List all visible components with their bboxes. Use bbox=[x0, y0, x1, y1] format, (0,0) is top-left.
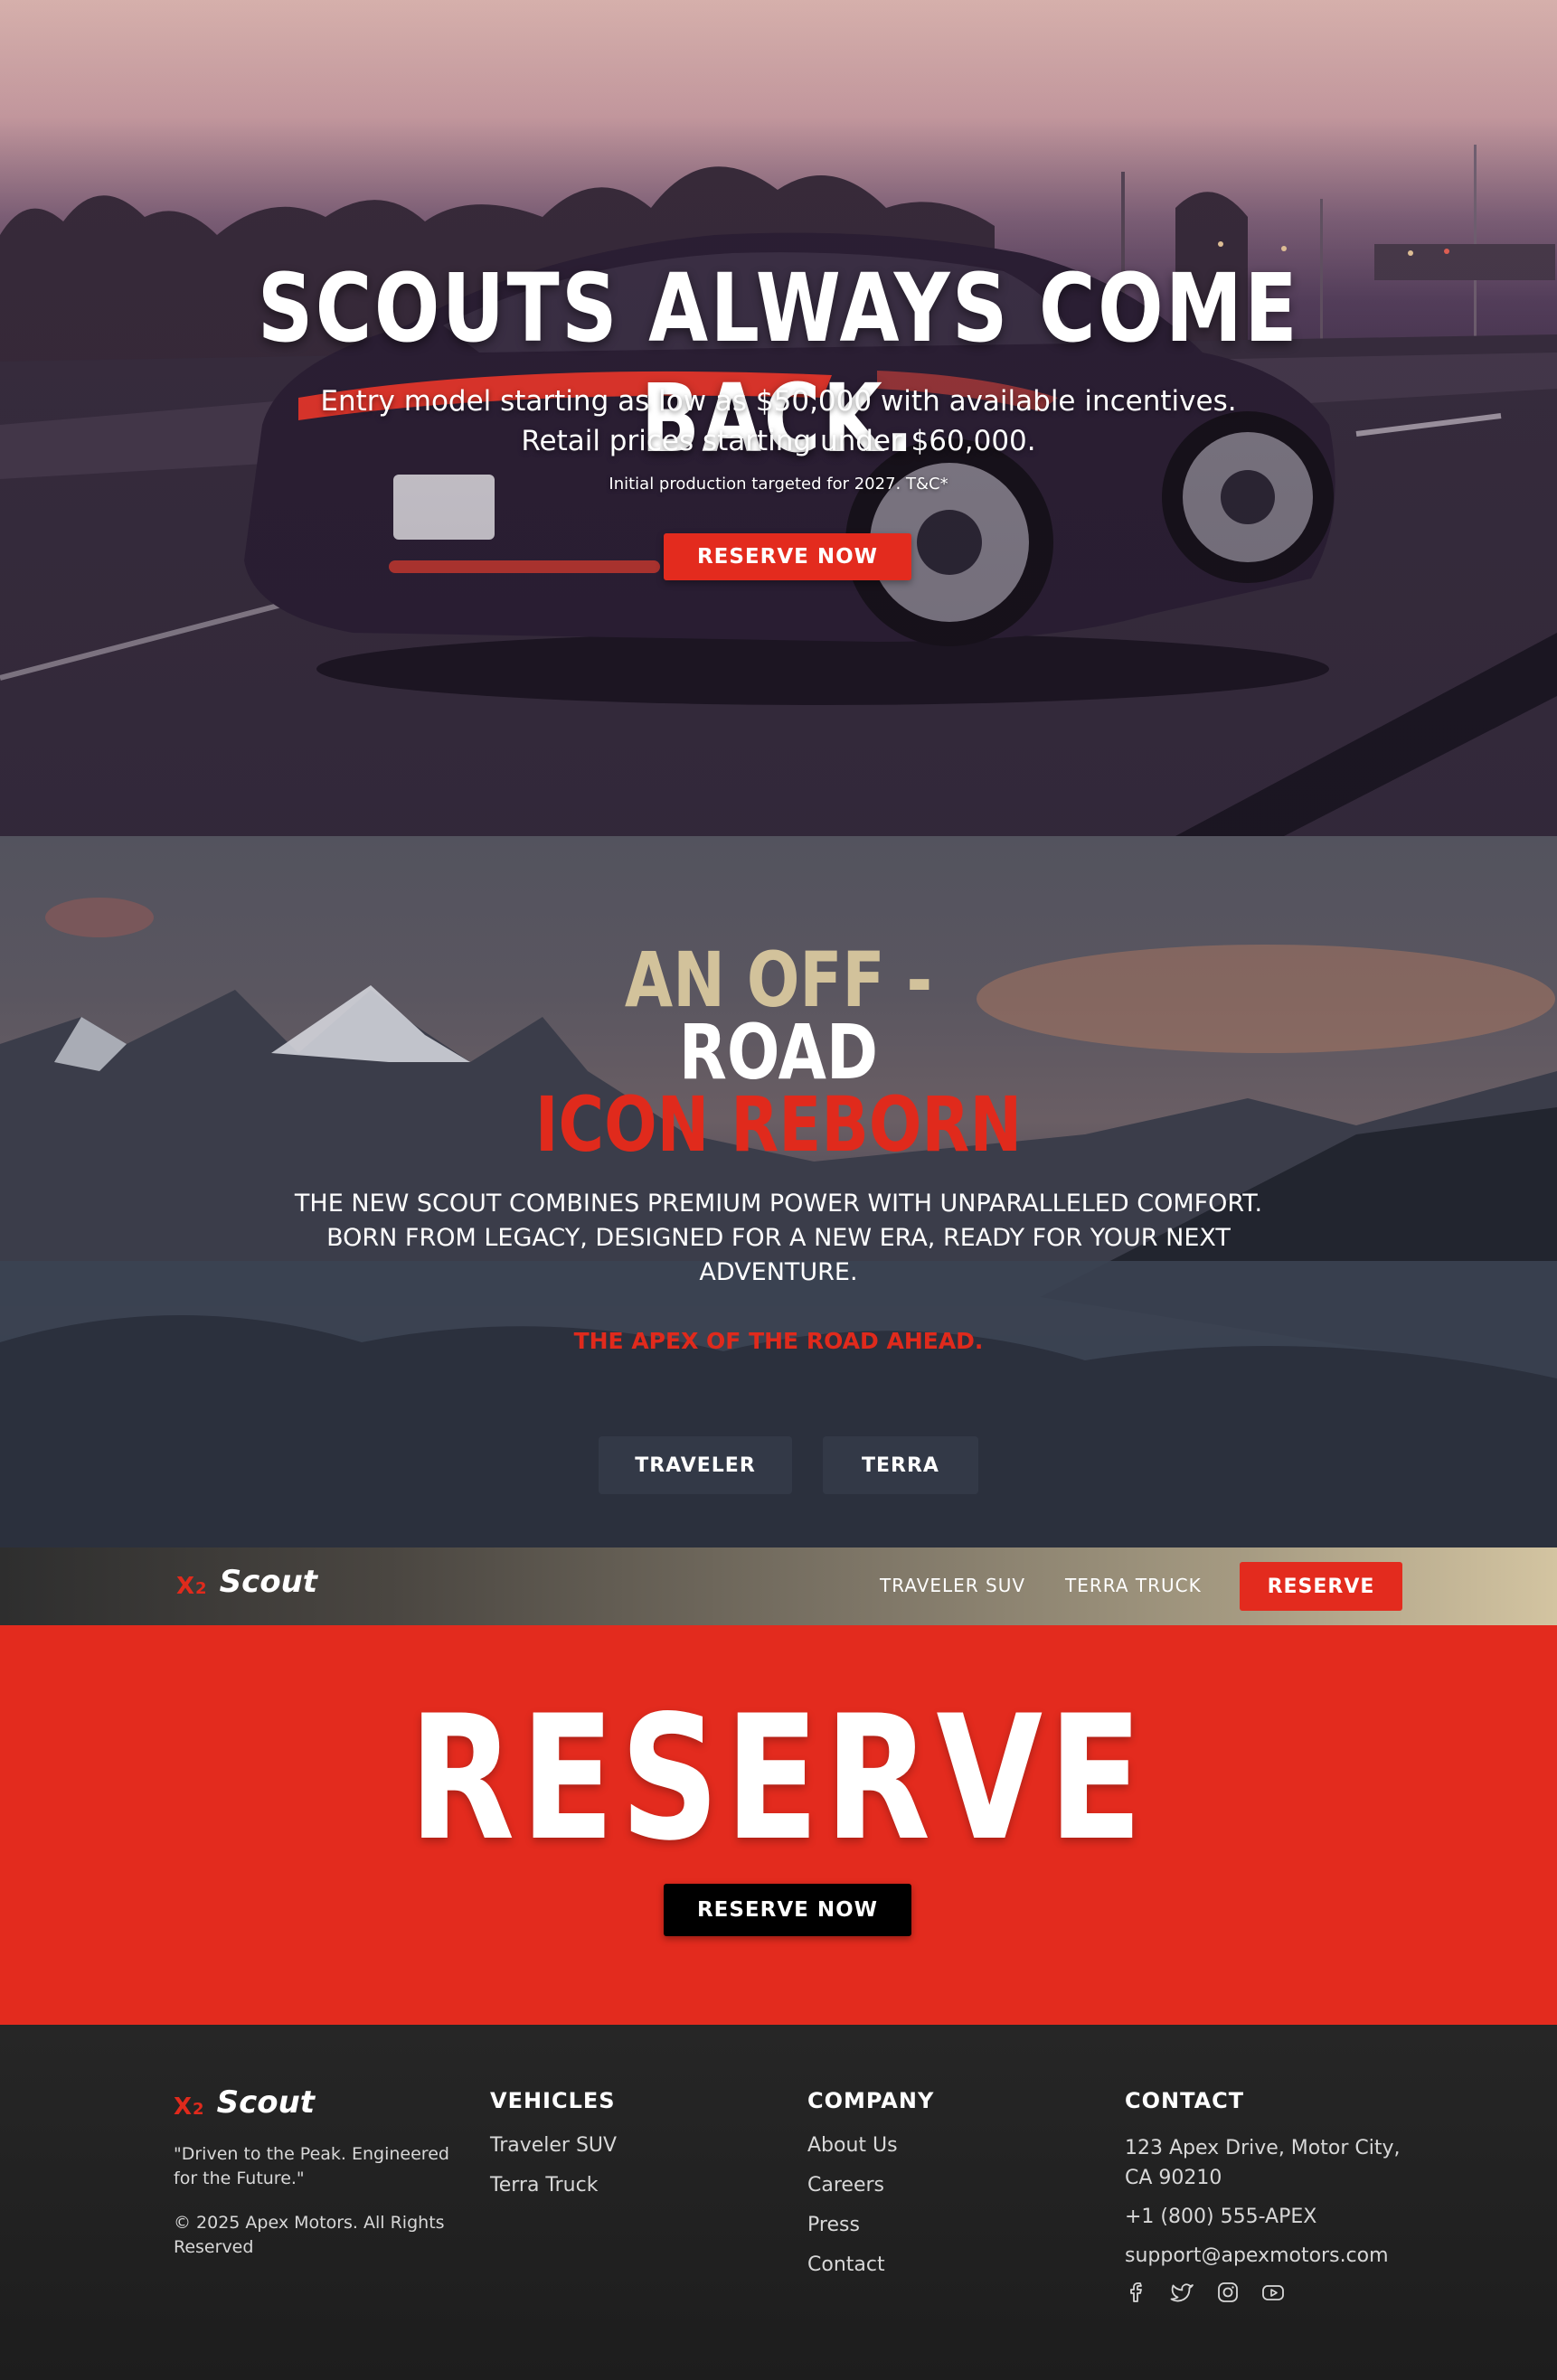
reserve-heading: RESERVE bbox=[409, 1679, 1148, 1878]
footer-address: 123 Apex Drive, Motor City, CA 90210 bbox=[1125, 2137, 1401, 2189]
footer-phone[interactable]: +1 (800) 555-APEX bbox=[1125, 2202, 1423, 2232]
facebook-icon[interactable] bbox=[1125, 2280, 1150, 2305]
footer-social-links bbox=[1125, 2280, 1423, 2305]
reserve-section: RESERVE RESERVE NOW bbox=[0, 1625, 1557, 2025]
footer-link-contact[interactable]: Contact bbox=[807, 2253, 1106, 2278]
nav-link-terra-truck[interactable]: TERRA TRUCK bbox=[1065, 1575, 1202, 1596]
footer-link-careers[interactable]: Careers bbox=[807, 2173, 1106, 2198]
footer-contact-heading: CONTACT bbox=[1125, 2088, 1245, 2113]
hero-note: Initial production targeted for 2027. T&… bbox=[609, 475, 948, 494]
hero-reserve-now-button[interactable]: RESERVE NOW bbox=[664, 533, 911, 580]
footer-link-about-us[interactable]: About Us bbox=[807, 2133, 1106, 2159]
twitter-icon[interactable] bbox=[1170, 2280, 1195, 2305]
tab-terra[interactable]: TERRA bbox=[823, 1436, 978, 1494]
logo-mark-subscript: 2 bbox=[193, 2100, 204, 2119]
footer-tagline: "Driven to the Peak. Engineered for the … bbox=[174, 2144, 449, 2188]
hero-subtitle-line-2: Retail prices starting under $60,000. bbox=[521, 425, 1036, 457]
footer-link-terra-truck[interactable]: Terra Truck bbox=[490, 2173, 788, 2198]
main-navbar: X 2 Scout TRAVELER SUV TERRA TRUCK RESER… bbox=[0, 1547, 1557, 1625]
footer-logo[interactable]: X 2 Scout bbox=[174, 2086, 315, 2119]
instagram-icon[interactable] bbox=[1215, 2280, 1241, 2305]
offroad-description-line-1: THE NEW SCOUT COMBINES PREMIUM POWER WIT… bbox=[294, 1190, 1263, 1218]
offroad-description: THE NEW SCOUT COMBINES PREMIUM POWER WIT… bbox=[289, 1187, 1268, 1290]
footer-link-press[interactable]: Press bbox=[807, 2213, 1106, 2238]
site-footer: X 2 Scout "Driven to the Peak. Engineere… bbox=[0, 2025, 1557, 2380]
offroad-section: AN OFF - ROAD ICON REBORN THE NEW SCOUT … bbox=[0, 836, 1557, 1547]
logo-mark-icon: X bbox=[174, 2093, 193, 2121]
footer-contact-column: CONTACT 123 Apex Drive, Motor City, CA 9… bbox=[1125, 2088, 1423, 2305]
youtube-icon[interactable] bbox=[1260, 2280, 1286, 2305]
logo-wordmark: Scout bbox=[216, 2084, 316, 2121]
logo-mark-subscript: 2 bbox=[195, 1579, 207, 1598]
footer-vehicles-heading: VEHICLES bbox=[490, 2088, 616, 2113]
reserve-now-button[interactable]: RESERVE NOW bbox=[664, 1884, 911, 1936]
hero-subtitle-line-1: Entry model starting as low as $50,000 w… bbox=[320, 385, 1237, 418]
nav-reserve-button[interactable]: RESERVE bbox=[1240, 1562, 1402, 1611]
tab-traveler[interactable]: TRAVELER bbox=[599, 1436, 792, 1494]
offroad-description-line-2: BORN FROM LEGACY, DESIGNED FOR A NEW ERA… bbox=[326, 1224, 1231, 1286]
logo-mark-icon: X bbox=[176, 1573, 195, 1600]
offroad-title-line-3: ICON REBORN bbox=[534, 1080, 1023, 1169]
nav-link-traveler-suv[interactable]: TRAVELER SUV bbox=[880, 1575, 1025, 1596]
footer-company-column: COMPANY About Us Careers Press Contact bbox=[807, 2088, 1106, 2292]
hero-subtitle: Entry model starting as low as $50,000 w… bbox=[0, 381, 1557, 461]
footer-link-traveler-suv[interactable]: Traveler SUV bbox=[490, 2133, 788, 2159]
footer-email[interactable]: support@apexmotors.com bbox=[1125, 2241, 1423, 2271]
footer-copyright: © 2025 Apex Motors. All Rights Reserved bbox=[174, 2213, 445, 2257]
footer-vehicles-column: VEHICLES Traveler SUV Terra Truck bbox=[490, 2088, 788, 2213]
hero-section: SCOUTS ALWAYS COME BACK. Entry model sta… bbox=[0, 0, 1557, 836]
offroad-accent-text: THE APEX OF THE ROAD AHEAD. bbox=[573, 1328, 984, 1354]
logo-wordmark: Scout bbox=[219, 1564, 318, 1600]
navbar-logo[interactable]: X 2 Scout bbox=[176, 1566, 317, 1598]
footer-company-heading: COMPANY bbox=[807, 2088, 935, 2113]
